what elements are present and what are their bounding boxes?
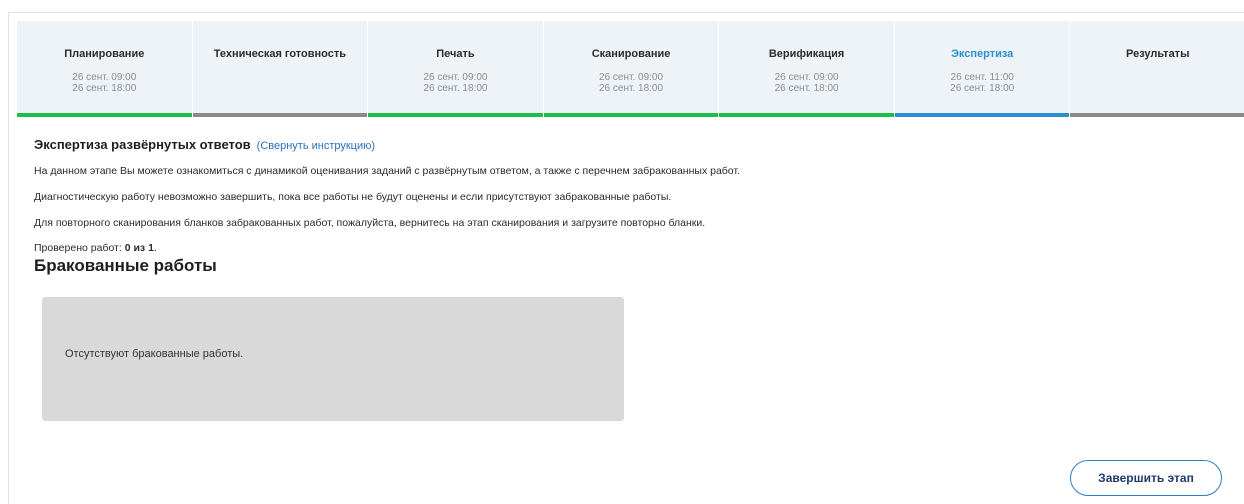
stage-start: 26 сент. 09:00 xyxy=(774,72,839,83)
stage-status-bar xyxy=(368,113,543,117)
stage-dates: 26 сент. 09:00 26 сент. 18:00 xyxy=(719,72,894,94)
stage-end: 26 сент. 18:00 xyxy=(72,83,137,94)
stage-end: 26 сент. 18:00 xyxy=(599,83,664,94)
stage-expertise[interactable]: Экспертиза 26 сент. 11:00 26 сент. 18:00 xyxy=(894,21,1071,117)
stage-scanning[interactable]: Сканирование 26 сент. 09:00 26 сент. 18:… xyxy=(543,21,720,117)
stage-status-bar xyxy=(543,113,719,117)
rejected-empty-message: Отсутствуют бракованные работы. xyxy=(65,348,244,360)
stage-results[interactable]: Результаты xyxy=(1070,21,1244,117)
stage-status-bar xyxy=(1070,113,1244,117)
stage-tabs: Планирование 26 сент. 09:00 26 сент. 18:… xyxy=(17,21,1244,117)
stage-name: Экспертиза xyxy=(951,48,1014,60)
stage-dates: 26 сент. 11:00 26 сент. 18:00 xyxy=(895,72,1070,94)
stage-name: Техническая готовность xyxy=(213,48,347,60)
instruction-title: Экспертиза развёрнутых ответов xyxy=(34,137,251,152)
checked-works-count: Проверено работ: 0 из 1. xyxy=(34,242,1134,254)
stage-start: 26 сент. 11:00 xyxy=(950,72,1014,83)
checked-suffix: . xyxy=(153,242,157,254)
stage-start: 26 сент. 09:00 xyxy=(72,72,137,83)
instruction-section: Экспертиза развёрнутых ответов (Свернуть… xyxy=(34,137,1134,276)
finish-stage-button[interactable]: Завершить этап xyxy=(1070,460,1222,496)
stage-end: 26 сент. 18:00 xyxy=(423,83,488,94)
instruction-heading-row: Экспертиза развёрнутых ответов (Свернуть… xyxy=(34,137,1134,152)
stage-name: Сканирование xyxy=(591,48,671,60)
stage-status-bar xyxy=(192,113,368,117)
stage-dates: 26 сент. 09:00 26 сент. 18:00 xyxy=(544,72,719,94)
instruction-paragraph: Диагностическую работу невозможно заверш… xyxy=(34,191,672,203)
stage-status-bar xyxy=(894,113,1070,117)
stage-start: 26 сент. 09:00 xyxy=(599,72,664,83)
stage-printing[interactable]: Печать 26 сент. 09:00 26 сент. 18:00 xyxy=(368,21,544,117)
stage-status-bar xyxy=(719,113,894,117)
stage-end: 26 сент. 18:00 xyxy=(774,83,839,94)
stage-technical-readiness[interactable]: Техническая готовность xyxy=(192,21,369,117)
stage-name: Планирование xyxy=(64,48,145,60)
stage-dates: 26 сент. 09:00 26 сент. 18:00 xyxy=(368,72,543,94)
stage-name: Печать xyxy=(436,48,475,60)
rejected-works-title: Бракованные работы xyxy=(34,256,217,275)
stage-name: Верификация xyxy=(768,48,845,60)
stage-status-bar xyxy=(17,113,192,117)
collapse-instruction-link[interactable]: (Свернуть инструкцию) xyxy=(257,140,375,152)
stage-dates: 26 сент. 09:00 26 сент. 18:00 xyxy=(17,72,192,94)
checked-label: Проверено работ: xyxy=(34,242,125,254)
rejected-works-panel: Отсутствуют бракованные работы. xyxy=(42,297,624,421)
stage-end: 26 сент. 18:00 xyxy=(950,83,1015,94)
instruction-paragraph: На данном этапе Вы можете ознакомиться с… xyxy=(34,165,740,177)
stage-start: 26 сент. 09:00 xyxy=(423,72,488,83)
stage-planning[interactable]: Планирование 26 сент. 09:00 26 сент. 18:… xyxy=(17,21,193,117)
stage-verification[interactable]: Верификация 26 сент. 09:00 26 сент. 18:0… xyxy=(719,21,895,117)
checked-value: 0 из 1 xyxy=(124,242,154,254)
instruction-paragraph: Для повторного сканирования бланков забр… xyxy=(34,217,706,229)
stage-name: Результаты xyxy=(1126,48,1190,60)
